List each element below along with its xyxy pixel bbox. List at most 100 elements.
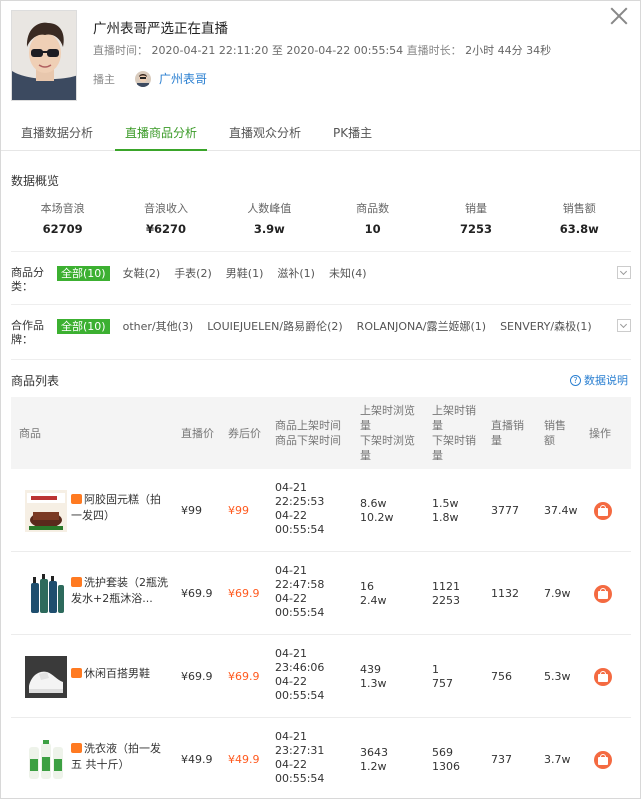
category-option-all[interactable]: 全部(10): [57, 266, 110, 281]
off-clock: 00:55:54: [275, 772, 325, 785]
header-live-sales: 直播销量: [491, 419, 524, 447]
data-help-label: 数据说明: [584, 374, 628, 387]
on-views: 439: [360, 663, 381, 676]
table-row: 阿胶固元糕（拍一发四） ¥99 ¥99 04-21 22:25:53 04-22 00…: [11, 469, 631, 552]
off-views: 10.2w: [360, 511, 394, 524]
streamer-avatar: [11, 10, 77, 101]
off-clock: 00:55:54: [275, 689, 325, 702]
shelf-clock: 23:46:06: [275, 661, 325, 674]
category-option[interactable]: 手表(2): [173, 266, 213, 281]
header-shelf-time: 商品上架时间: [275, 419, 341, 432]
off-date: 04-22: [275, 758, 307, 771]
product-image: [25, 573, 67, 615]
revenue: 37.4w: [544, 504, 578, 517]
live-price: ¥69.9: [181, 670, 213, 683]
coupon-price: ¥69.9: [228, 670, 260, 683]
stat-label: 本场音浪: [40, 202, 85, 215]
shelf-date: 04-21: [275, 481, 307, 494]
analysis-tabs: 直播数据分析 直播商品分析 直播观众分析 PK播主: [1, 116, 640, 151]
live-time-info: 直播时间： 2020-04-21 22:11:20 至 2020-04-22 0…: [93, 42, 551, 58]
overview-stats: 本场音浪 62709 音浪收入 ¥6270 人数峰值 3.9w 商品数 10 销量 725…: [11, 200, 631, 236]
expand-categories-chevron-icon[interactable]: [617, 266, 631, 279]
tab-live-audience[interactable]: 直播观众分析: [219, 116, 311, 151]
header-live-price: 直播价: [181, 427, 214, 440]
product-name[interactable]: 洗护套装（2瓶洗发水+2瓶沐浴...: [71, 575, 171, 607]
category-option[interactable]: 女鞋(2): [122, 266, 162, 281]
product-name[interactable]: 休闲百搭男鞋: [71, 666, 171, 682]
anchor-info: 播主 广州表哥: [93, 70, 207, 87]
header-product: 商品: [19, 427, 41, 440]
table-header: 商品 直播价 券后价 商品上架时间 商品下架时间 上架时浏览量 下架时浏览量 上…: [11, 397, 631, 469]
on-views: 3643: [360, 746, 388, 759]
shelf-time: 04-21 22:47:58 04-22 00:55:54: [275, 564, 324, 620]
stat-item: 人数峰值 3.9w: [218, 200, 321, 236]
coupon-price: ¥49.9: [228, 753, 260, 766]
data-help-link[interactable]: ? 数据说明: [570, 372, 628, 388]
tab-live-data[interactable]: 直播数据分析: [11, 116, 103, 151]
product-name-text: 阿胶固元糕（拍一发四）: [71, 493, 161, 522]
off-views: 1.2w: [360, 760, 387, 773]
brand-option[interactable]: other/其他(3): [122, 319, 195, 334]
tmall-tag-icon: [71, 743, 82, 753]
coupon-price: ¥69.9: [228, 587, 260, 600]
stat-value: 62709: [42, 222, 83, 236]
tab-live-products[interactable]: 直播商品分析: [115, 116, 208, 151]
product-table: 商品 直播价 券后价 商品上架时间 商品下架时间 上架时浏览量 下架时浏览量 上…: [11, 397, 631, 798]
shopping-bag-icon[interactable]: [594, 585, 612, 603]
stat-label: 商品数: [356, 202, 390, 215]
stat-item: 商品数 10: [321, 200, 424, 236]
expand-brands-chevron-icon[interactable]: [617, 319, 631, 332]
category-option[interactable]: 滋补(1): [276, 266, 316, 281]
table-row: 休闲百搭男鞋 ¥69.9 ¥69.9 04-21 23:46:06 04-22 00:…: [11, 635, 631, 718]
close-icon[interactable]: [608, 5, 630, 27]
views: 3643 1.2w: [360, 746, 388, 774]
product-name[interactable]: 洗衣液（拍一发五 共十斤）: [71, 741, 171, 773]
product-name[interactable]: 阿胶固元糕（拍一发四）: [71, 492, 171, 524]
brand-option[interactable]: SENVERY/森极(1): [499, 319, 593, 334]
shopping-bag-icon[interactable]: [594, 502, 612, 520]
product-list-title: 商品列表: [11, 374, 60, 388]
live-header: 广州表哥严选正在直播 直播时间： 2020-04-21 22:11:20 至 2…: [1, 1, 640, 116]
stat-value: 3.9w: [253, 222, 285, 236]
product-image: [25, 656, 67, 698]
overview-title: 数据概览: [11, 174, 60, 188]
live-price: ¥69.9: [181, 587, 213, 600]
tmall-tag-icon: [71, 494, 82, 504]
table-row: 洗衣液（拍一发五 共十斤） ¥49.9 ¥49.9 04-21 23:27:31 0…: [11, 718, 631, 798]
stat-item: 销售额 63.8w: [528, 200, 631, 236]
stat-value: 10: [364, 222, 381, 236]
question-icon: ?: [570, 374, 581, 386]
live-sales: 3777: [491, 504, 519, 517]
shopping-bag-icon[interactable]: [594, 668, 612, 686]
sales: 1.5w 1.8w: [432, 497, 459, 525]
off-views: 1.3w: [360, 677, 387, 690]
shelf-clock: 22:47:58: [275, 578, 325, 591]
product-name-text: 休闲百搭男鞋: [84, 667, 150, 680]
brand-option-all[interactable]: 全部(10): [57, 319, 110, 334]
shelf-date: 04-21: [275, 647, 307, 660]
brand-option[interactable]: ROLANJONA/露兰姬娜(1): [356, 319, 487, 334]
product-name-text: 洗衣液（拍一发五 共十斤）: [71, 742, 161, 771]
anchor-label: 播主: [93, 72, 115, 86]
header-action: 操作: [589, 427, 611, 440]
revenue: 5.3w: [544, 670, 571, 683]
live-detail-panel: 广州表哥严选正在直播 直播时间： 2020-04-21 22:11:20 至 2…: [0, 0, 641, 799]
shelf-time: 04-21 22:25:53 04-22 00:55:54: [275, 481, 324, 537]
stat-label: 人数峰值: [247, 202, 292, 215]
off-sales: 1306: [432, 760, 460, 773]
category-option[interactable]: 未知(4): [328, 266, 368, 281]
anchor-name-link[interactable]: 广州表哥: [159, 70, 207, 87]
header-off-sales: 下架时销量: [432, 434, 476, 462]
on-views: 16: [360, 580, 374, 593]
tmall-tag-icon: [71, 668, 82, 678]
shelf-clock: 23:27:31: [275, 744, 325, 757]
live-price: ¥99: [181, 504, 202, 517]
shopping-bag-icon[interactable]: [594, 751, 612, 769]
tab-pk-anchor[interactable]: PK播主: [323, 116, 382, 151]
sales: 569 1306: [432, 746, 460, 774]
live-title: 广州表哥严选正在直播: [93, 21, 228, 37]
category-option[interactable]: 男鞋(1): [225, 266, 265, 281]
header-coupon-price: 券后价: [228, 427, 261, 440]
header-on-sales: 上架时销量: [432, 404, 476, 432]
brand-option[interactable]: LOUIEJUELEN/路易爵伦(2): [206, 319, 343, 334]
